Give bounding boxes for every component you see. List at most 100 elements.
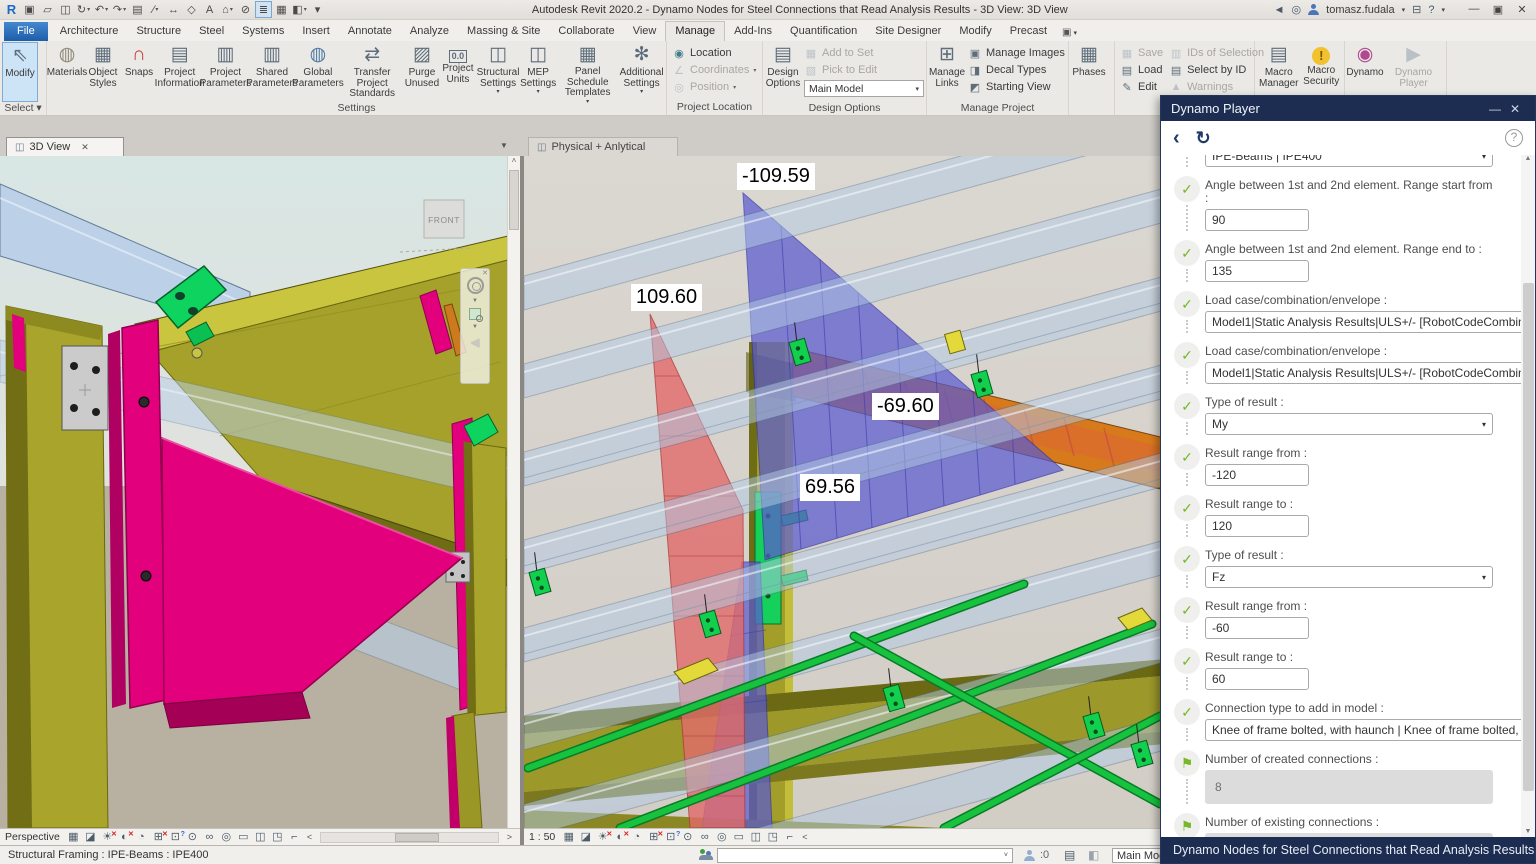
design-option-select[interactable]: Main Model▾ [804, 80, 924, 97]
refresh-run-icon[interactable]: ↻ [1196, 128, 1211, 149]
sync-with-central-dropdown-icon[interactable]: ▾ [87, 2, 90, 18]
ids-of-selection-button[interactable]: ▥IDs of Selection [1169, 45, 1264, 61]
app-store-cart-icon[interactable]: ⊟ [1412, 3, 1421, 16]
phases-button[interactable]: ▦Phases [1071, 42, 1107, 102]
shadows-icon[interactable]: ◐ [117, 830, 132, 845]
tab-structure[interactable]: Structure [127, 22, 190, 41]
unlocked-view-icon[interactable]: ⊙ [680, 830, 695, 845]
switch-windows-dropdown-icon[interactable]: ▾ [304, 2, 307, 18]
thin-lines-icon[interactable]: ≣ [255, 1, 272, 18]
worksharing-display-icon[interactable]: ◫ [748, 830, 763, 845]
transfer-project-standards-button[interactable]: ⇄Transfer Project Standards [340, 42, 404, 102]
angle-range-start-input[interactable]: 90 [1205, 209, 1309, 231]
steering-wheel-icon[interactable] [467, 277, 484, 294]
constraints-icon[interactable]: ⌐ [782, 830, 797, 845]
back-icon[interactable]: ‹ [1173, 128, 1180, 148]
load-case-1-select[interactable]: Model1|Static Analysis Results|ULS+/- [R… [1205, 311, 1535, 333]
left-view-vertical-scrollbar[interactable]: ˄ [507, 156, 520, 828]
scroll-left-icon[interactable]: < [802, 832, 807, 842]
close-button[interactable]: ✕ [1510, 3, 1534, 16]
section-icon[interactable]: ⊘ [237, 1, 254, 18]
tab-view[interactable]: View [624, 22, 666, 41]
view-tab-3d-view[interactable]: ◫ 3D View ✕ [6, 137, 124, 156]
coordinates-button[interactable]: ∠Coordinates▾ [672, 62, 756, 78]
macro-manager-button[interactable]: ▤Macro Manager [1257, 42, 1300, 102]
purge-unused-button[interactable]: ▨Purge Unused [404, 42, 440, 102]
switch-windows-icon[interactable]: ◧▾ [291, 1, 308, 18]
minimize-button[interactable]: — [1462, 3, 1486, 16]
dynamo-button[interactable]: ◉Dynamo [1347, 42, 1383, 102]
worksharing-display-icon[interactable]: ◫ [253, 830, 268, 845]
snaps-button[interactable]: ∩Snaps [121, 42, 157, 102]
editable-only-filter-icon[interactable]: ▤ [1064, 848, 1075, 862]
manage-images-button[interactable]: ▣Manage Images [968, 45, 1065, 61]
tab-file[interactable]: File [4, 22, 48, 41]
undo-dropdown-icon[interactable]: ▾ [105, 2, 108, 18]
additional-settings-button[interactable]: ✻Additional Settings▾ [619, 42, 664, 102]
object-styles-button[interactable]: ▦Object Styles [85, 42, 121, 102]
sun-path-icon[interactable]: ☀ [100, 830, 115, 845]
revit-logo-icon[interactable]: R [3, 1, 20, 18]
displaced-elements-icon[interactable]: ◳ [270, 830, 285, 845]
close-inactive-views-icon[interactable]: ▦ [273, 1, 290, 18]
measure-icon[interactable]: ∕▾ [147, 1, 164, 18]
redo-dropdown-icon[interactable]: ▾ [123, 2, 126, 18]
close-view-icon[interactable]: ✕ [81, 142, 89, 153]
tab-modify[interactable]: Modify [950, 22, 1000, 41]
modify-cursor-button[interactable]: ⇖Modify [2, 42, 38, 102]
mep-settings-button[interactable]: ◫MEP Settings▾ [520, 42, 556, 102]
navbar-close-icon[interactable]: ✕ [482, 269, 488, 277]
project-information-button[interactable]: ▤Project Information [157, 42, 202, 102]
displaced-elements-icon[interactable]: ◳ [765, 830, 780, 845]
temporary-hide-isolate-icon[interactable]: ∞ [202, 830, 217, 845]
restore-button[interactable]: ▣ [1486, 3, 1510, 16]
tab-steel[interactable]: Steel [190, 22, 233, 41]
editable-only-icon[interactable] [1024, 850, 1035, 861]
print-icon[interactable]: ▤ [129, 1, 146, 18]
load-selection-button[interactable]: ▤Load [1120, 62, 1163, 78]
view-scale-label[interactable]: Perspective [5, 831, 60, 843]
scroll-left-icon[interactable]: < [307, 832, 312, 842]
tab-add-ins[interactable]: Add-Ins [725, 22, 781, 41]
redo-icon[interactable]: ↷▾ [111, 1, 128, 18]
global-parameters-button[interactable]: ◍Global Parameters [295, 42, 340, 102]
dynamo-help-icon[interactable]: ? [1505, 129, 1523, 147]
decal-types-button[interactable]: ◨Decal Types [968, 62, 1065, 78]
view-tab-physical-analytical[interactable]: ◫ Physical + Anlytical [528, 137, 678, 156]
starting-view-button[interactable]: ◩Starting View [968, 79, 1065, 95]
tab-insert[interactable]: Insert [293, 22, 339, 41]
active-workset-select[interactable]: ˅ [717, 848, 1013, 863]
crop-view-icon[interactable]: ⊞ [646, 830, 661, 845]
left-3d-canvas[interactable]: FRONT [0, 156, 508, 828]
scrollbar-thumb[interactable] [509, 170, 519, 230]
customize-qat-icon[interactable]: ▾ [309, 1, 326, 18]
ribbon-panel-label-select[interactable]: Select ▾ [0, 102, 46, 115]
select-by-id-button[interactable]: ▤Select by ID [1169, 62, 1264, 78]
result-type-2-select[interactable]: Fz▾ [1205, 566, 1493, 588]
dynamo-minimize-icon[interactable]: — [1485, 102, 1505, 116]
save-selection-button[interactable]: ▦Save [1120, 45, 1163, 61]
reveal-hidden-elements-icon[interactable]: ◎ [714, 830, 729, 845]
reveal-hidden-elements-icon[interactable]: ◎ [219, 830, 234, 845]
sun-path-icon[interactable]: ☀ [595, 830, 610, 845]
tab-architecture[interactable]: Architecture [51, 22, 128, 41]
angle-range-end-input[interactable]: 135 [1205, 260, 1309, 282]
save-icon[interactable]: ◫ [57, 1, 74, 18]
constraints-icon[interactable]: ⌐ [287, 830, 302, 845]
open-icon[interactable]: ▱ [39, 1, 56, 18]
scroll-right-icon[interactable]: > [507, 832, 512, 842]
horizontal-scrollbar[interactable] [320, 832, 499, 843]
collapse-arrow-icon[interactable]: ◄ [1274, 4, 1285, 16]
pan-icon[interactable]: ◄ [468, 334, 482, 350]
scrollbar-thumb[interactable] [1523, 283, 1534, 791]
scrollbar-thumb[interactable] [395, 833, 439, 842]
text-note-icon[interactable]: A [201, 1, 218, 18]
aligned-dimension-icon[interactable]: ↔ [165, 1, 182, 18]
project-units-button[interactable]: 0.0Project Units [440, 42, 476, 102]
manage-links-button[interactable]: ⊞Manage Links [929, 42, 965, 102]
tab-site-designer[interactable]: Site Designer [866, 22, 950, 41]
unlocked-view-icon[interactable]: ⊙ [185, 830, 200, 845]
tab-manage[interactable]: Manage [665, 21, 725, 41]
framing-type-select[interactable]: IPE-Beams | IPE400▾ [1205, 155, 1493, 167]
position-button[interactable]: ◎Position▾ [672, 79, 756, 95]
